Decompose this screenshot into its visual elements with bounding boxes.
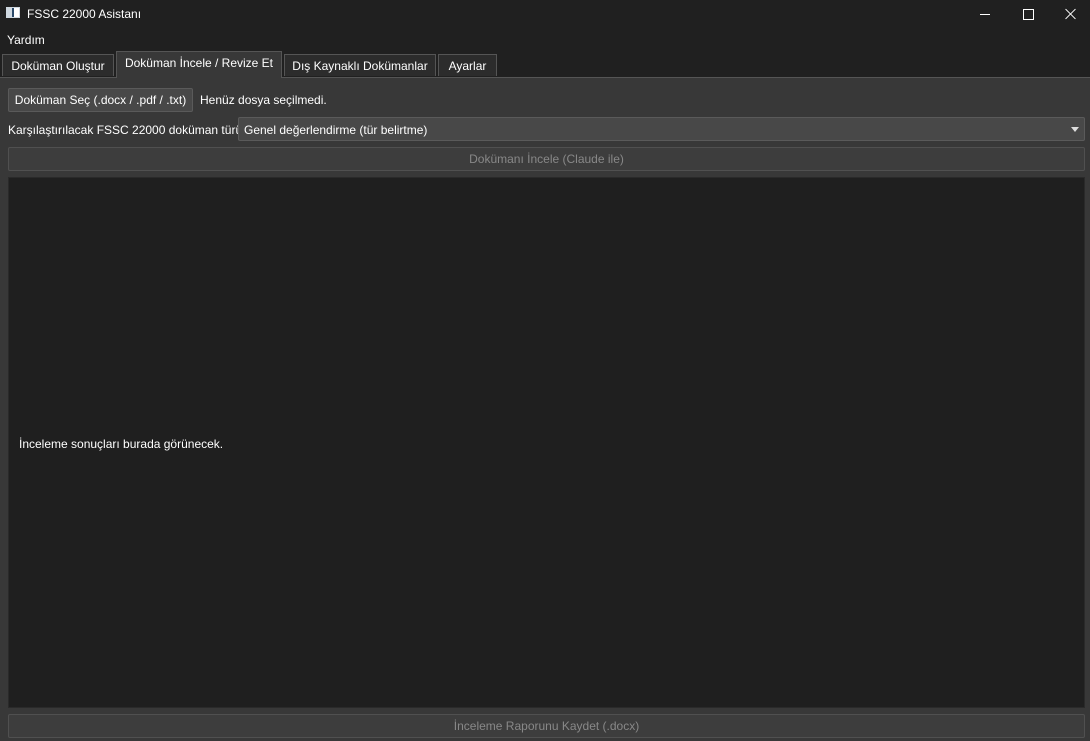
review-document-button[interactable]: Dokümanı İncele (Claude ile) xyxy=(8,147,1085,171)
minimize-button[interactable] xyxy=(962,0,1008,28)
choose-document-button[interactable]: Doküman Seç (.docx / .pdf / .txt) xyxy=(8,88,193,112)
tab-settings[interactable]: Ayarlar xyxy=(438,54,497,76)
tab-bar: Doküman Oluştur Doküman İncele / Revize … xyxy=(0,50,1090,78)
results-placeholder: İnceleme sonuçları burada görünecek. xyxy=(19,437,224,451)
file-status-label: Henüz dosya seçilmedi. xyxy=(200,93,327,107)
save-report-button[interactable]: İnceleme Raporunu Kaydet (.docx) xyxy=(8,714,1085,738)
document-type-value: Genel değerlendirme (tür belirtme) xyxy=(244,123,428,137)
tab-create-document[interactable]: Doküman Oluştur xyxy=(2,54,114,76)
close-button[interactable] xyxy=(1048,0,1090,28)
app-window: FSSC 22000 Asistanı Yardım Doküman Oluşt… xyxy=(0,0,1090,741)
maximize-button[interactable] xyxy=(1005,0,1051,28)
app-window-icon xyxy=(6,7,20,18)
chevron-down-icon xyxy=(1071,127,1079,132)
minimize-icon xyxy=(980,13,990,15)
menu-bar: Yardım xyxy=(0,28,1090,50)
maximize-icon xyxy=(1022,8,1034,20)
review-results-area[interactable]: İnceleme sonuçları burada görünecek. xyxy=(8,177,1085,708)
window-title: FSSC 22000 Asistanı xyxy=(27,7,142,21)
document-type-select[interactable]: Genel değerlendirme (tür belirtme) xyxy=(238,117,1085,141)
menu-item-help[interactable]: Yardım xyxy=(7,33,45,47)
title-bar: FSSC 22000 Asistanı xyxy=(0,0,1090,28)
tab-external-documents[interactable]: Dış Kaynaklı Dokümanlar xyxy=(284,54,436,76)
tab-review-document[interactable]: Doküman İncele / Revize Et xyxy=(116,51,282,78)
close-icon xyxy=(1065,8,1077,20)
document-type-label: Karşılaştırılacak FSSC 22000 doküman tür… xyxy=(8,123,246,137)
